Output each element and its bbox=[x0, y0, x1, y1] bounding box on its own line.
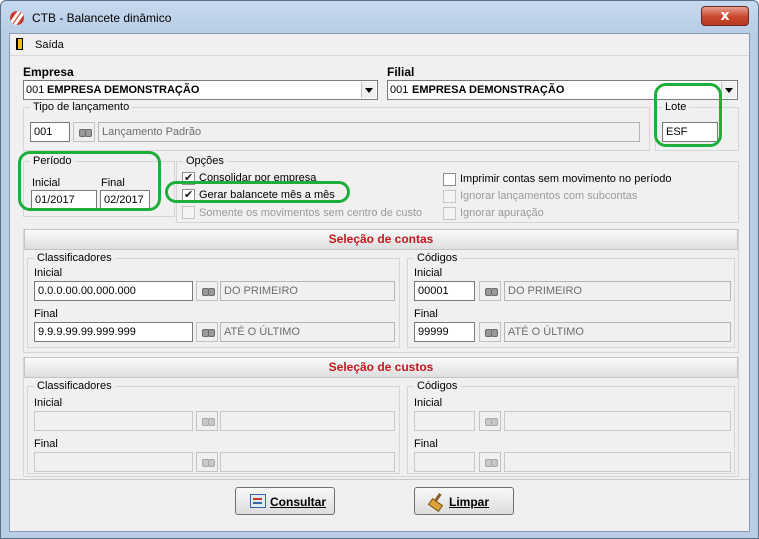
contas-class-final-input[interactable]: 9.9.9.99.99.999.999 bbox=[34, 322, 193, 342]
binoculars-icon[interactable] bbox=[196, 322, 218, 342]
contas-cod-inicial-desc: DO PRIMEIRO bbox=[504, 281, 731, 301]
custos-class-final-input bbox=[34, 452, 193, 472]
ignorar-lancamentos-checkbox bbox=[443, 190, 456, 203]
binoculars-icon[interactable] bbox=[196, 281, 218, 301]
custos-class-final-desc bbox=[220, 452, 395, 472]
limpar-label: Limpar bbox=[449, 495, 490, 509]
empresa-label: Empresa bbox=[23, 65, 74, 79]
custos-cod-inicial-label: Inicial bbox=[414, 397, 443, 409]
app-window: CTB - Balancete dinâmico x Saída Empresa… bbox=[0, 0, 759, 539]
selecao-contas-header: Seleção de contas bbox=[24, 229, 738, 250]
binoculars-icon bbox=[479, 452, 501, 472]
broom-icon bbox=[429, 494, 445, 508]
filial-code: 001 bbox=[390, 84, 409, 96]
ignorar-apuracao-checkbox bbox=[443, 207, 456, 220]
ignorar-apuracao-label: Ignorar apuração bbox=[460, 207, 544, 219]
contas-class-inicial-label: Inicial bbox=[34, 267, 63, 279]
imprimir-contas-label: Imprimir contas sem movimento no período bbox=[460, 173, 672, 185]
custos-cod-final-desc bbox=[504, 452, 731, 472]
imprimir-contas-checkbox[interactable] bbox=[443, 173, 456, 186]
custos-cod-final-input bbox=[414, 452, 475, 472]
custos-classificadores-label: Classificadores bbox=[34, 380, 115, 392]
exit-door-icon bbox=[16, 38, 23, 50]
custos-class-inicial-label: Inicial bbox=[34, 397, 63, 409]
contas-cod-inicial-input[interactable]: 00001 bbox=[414, 281, 475, 301]
contas-cod-final-desc: ATÉ O ÚLTIMO bbox=[504, 322, 731, 342]
binoculars-icon[interactable] bbox=[73, 122, 95, 142]
binoculars-icon[interactable] bbox=[479, 281, 501, 301]
app-logo-icon bbox=[10, 11, 24, 25]
custos-class-inicial-desc bbox=[220, 411, 395, 431]
custos-cod-inicial-input bbox=[414, 411, 475, 431]
somente-movimentos-label: Somente os movimentos sem centro de cust… bbox=[199, 207, 423, 219]
consultar-label: Consultar bbox=[270, 495, 327, 509]
tipo-lancamento-description: Lançamento Padrão bbox=[98, 122, 640, 142]
menu-bar: Saída bbox=[10, 34, 749, 56]
selecao-custos-header: Seleção de custos bbox=[24, 357, 738, 378]
empresa-select[interactable]: 001 EMPRESA DEMONSTRAÇÃO bbox=[23, 80, 378, 100]
filial-name: EMPRESA DEMONSTRAÇÃO bbox=[412, 84, 565, 96]
binoculars-icon bbox=[196, 411, 218, 431]
contas-cod-final-label: Final bbox=[414, 308, 438, 320]
contas-class-final-desc: ATÉ O ÚLTIMO bbox=[220, 322, 395, 342]
custos-cod-final-label: Final bbox=[414, 438, 438, 450]
lote-highlight bbox=[654, 83, 722, 147]
contas-class-inicial-input[interactable]: 0.0.0.00.00.000.000 bbox=[34, 281, 193, 301]
custos-codigos-label: Códigos bbox=[414, 380, 461, 392]
binoculars-icon bbox=[196, 452, 218, 472]
chevron-down-icon[interactable] bbox=[361, 82, 376, 98]
consultar-button[interactable]: Consultar bbox=[235, 487, 335, 515]
tipo-lancamento-code-input[interactable]: 001 bbox=[30, 122, 70, 142]
gerar-balancete-highlight bbox=[165, 181, 350, 203]
close-button[interactable]: x bbox=[701, 6, 749, 26]
contas-classificadores-label: Classificadores bbox=[34, 252, 115, 264]
empresa-name: EMPRESA DEMONSTRAÇÃO bbox=[47, 84, 200, 96]
client-area: Saída Empresa 001 EMPRESA DEMONSTRAÇÃO F… bbox=[9, 33, 750, 532]
empresa-code: 001 bbox=[26, 84, 45, 96]
tipo-lancamento-label: Tipo de lançamento bbox=[30, 101, 133, 113]
opcoes-label: Opções bbox=[183, 155, 227, 167]
somente-movimentos-checkbox bbox=[182, 206, 195, 219]
custos-cod-inicial-desc bbox=[504, 411, 731, 431]
contas-cod-final-input[interactable]: 99999 bbox=[414, 322, 475, 342]
bottom-divider bbox=[10, 479, 749, 480]
binoculars-icon[interactable] bbox=[479, 322, 501, 342]
custos-class-final-label: Final bbox=[34, 438, 58, 450]
limpar-button[interactable]: Limpar bbox=[414, 487, 514, 515]
binoculars-icon bbox=[479, 411, 501, 431]
contas-class-inicial-desc: DO PRIMEIRO bbox=[220, 281, 395, 301]
periodo-highlight bbox=[18, 151, 161, 211]
contas-codigos-label: Códigos bbox=[414, 252, 461, 264]
window-title: CTB - Balancete dinâmico bbox=[32, 11, 172, 25]
chevron-down-icon[interactable] bbox=[721, 82, 736, 98]
ignorar-lancamentos-label: Ignorar lançamentos com subcontas bbox=[460, 190, 638, 202]
contas-cod-inicial-label: Inicial bbox=[414, 267, 443, 279]
custos-class-inicial-input bbox=[34, 411, 193, 431]
title-bar[interactable]: CTB - Balancete dinâmico x bbox=[1, 1, 758, 33]
report-icon bbox=[250, 494, 266, 508]
contas-class-final-label: Final bbox=[34, 308, 58, 320]
menu-item-saida[interactable]: Saída bbox=[35, 39, 64, 51]
filial-label: Filial bbox=[387, 65, 415, 79]
